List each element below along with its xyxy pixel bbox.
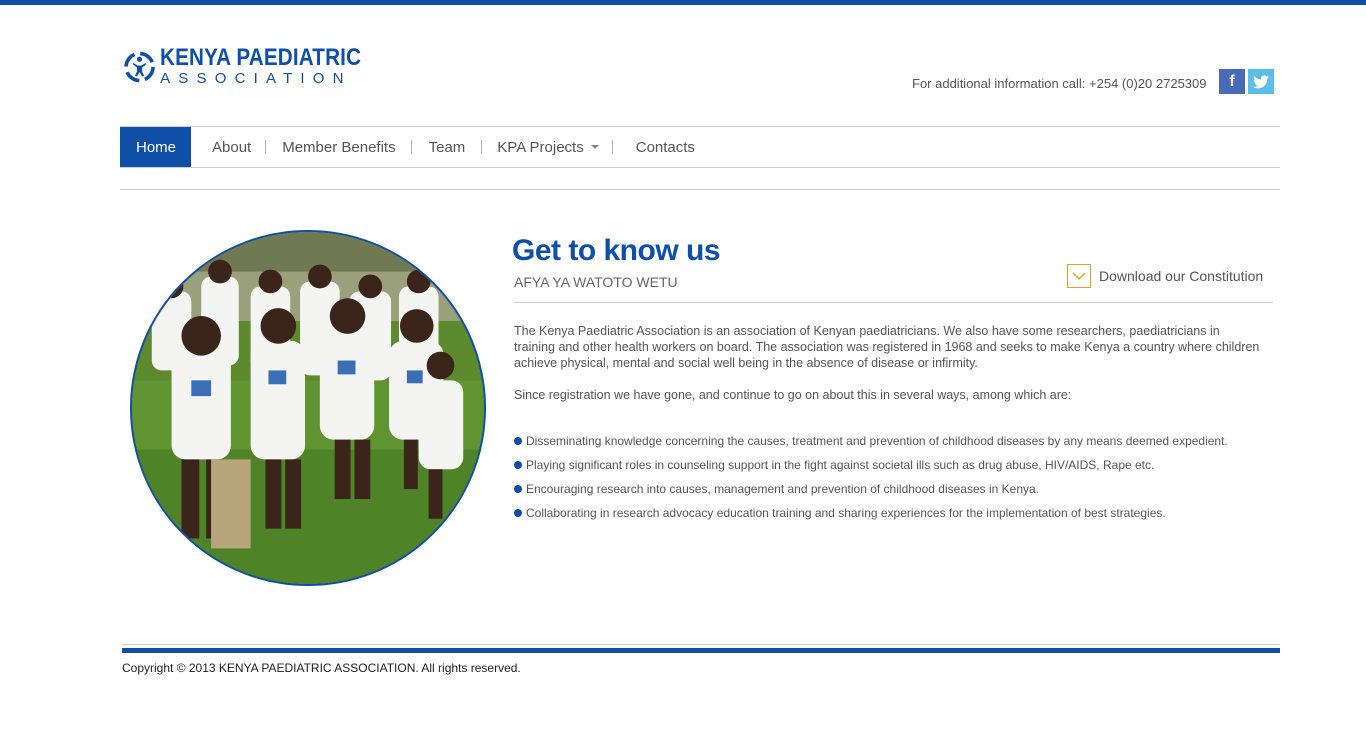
download-constitution-link[interactable]: Download our Constitution [1067,264,1263,288]
logo-subtitle: ASSOCIATION [160,70,352,87]
list-item: Playing significant roles in counseling … [514,453,1228,477]
content-top-border [120,189,1280,190]
bullet-icon [514,485,522,493]
twitter-icon [1253,74,1269,88]
chevron-down-icon [590,145,599,149]
download-icon [1067,264,1091,288]
heading-divider [514,302,1273,303]
list-item: Encouraging research into causes, manage… [514,477,1228,501]
bullet-icon [514,509,522,517]
list-item-text: Collaborating in research advocacy educa… [526,506,1166,520]
copyright-text: Copyright © 2013 KENYA PAEDIATRIC ASSOCI… [122,661,521,675]
nav-divider [481,140,483,154]
list-item-text: Disseminating knowledge concerning the c… [526,434,1228,448]
logo-mark-icon [124,51,155,83]
footer-divider [122,644,1280,645]
bullet-icon [514,437,522,445]
facebook-link[interactable]: f [1219,69,1245,94]
nav-divider [611,140,613,154]
nav-item-member-benefits[interactable]: Member Benefits [282,127,395,167]
list-item: Disseminating knowledge concerning the c… [514,429,1228,453]
nav-bottom-border [120,167,1280,168]
nav-divider [410,140,412,154]
nav-divider [265,140,267,154]
nav-item-home[interactable]: Home [120,127,192,167]
ways-paragraph: Since registration we have gone, and con… [514,388,1072,402]
children-photo [130,230,486,586]
contact-phone-text: For additional information call: +254 (0… [912,76,1207,91]
logo-title: KENYA PAEDIATRIC [160,44,362,71]
site-logo[interactable]: KENYA PAEDIATRIC ASSOCIATION [124,36,394,98]
nav-item-contacts[interactable]: Contacts [636,127,695,167]
intro-paragraph: The Kenya Paediatric Association is an a… [514,324,1260,370]
nav-item-kpa-projects[interactable]: KPA Projects [497,127,599,167]
nav-item-kpa-projects-label: KPA Projects [497,138,584,156]
list-item: Collaborating in research advocacy educa… [514,501,1228,525]
download-constitution-label: Download our Constitution [1099,268,1264,284]
nav-item-team[interactable]: Team [429,127,466,167]
page-title: Get to know us [512,234,721,267]
top-accent-bar [0,0,1366,5]
nav-item-about[interactable]: About [212,127,251,167]
list-item-text: Encouraging research into causes, manage… [526,482,1039,496]
facebook-icon: f [1229,72,1235,90]
footer-accent-bar [122,648,1280,653]
bullet-icon [514,461,522,469]
main-nav: Home About Member Benefits Team KPA Proj… [120,127,695,167]
page-subtitle: AFYA YA WATOTO WETU [514,274,678,290]
list-item-text: Playing significant roles in counseling … [526,458,1155,472]
ways-list: Disseminating knowledge concerning the c… [514,429,1228,525]
twitter-link[interactable] [1248,69,1274,94]
